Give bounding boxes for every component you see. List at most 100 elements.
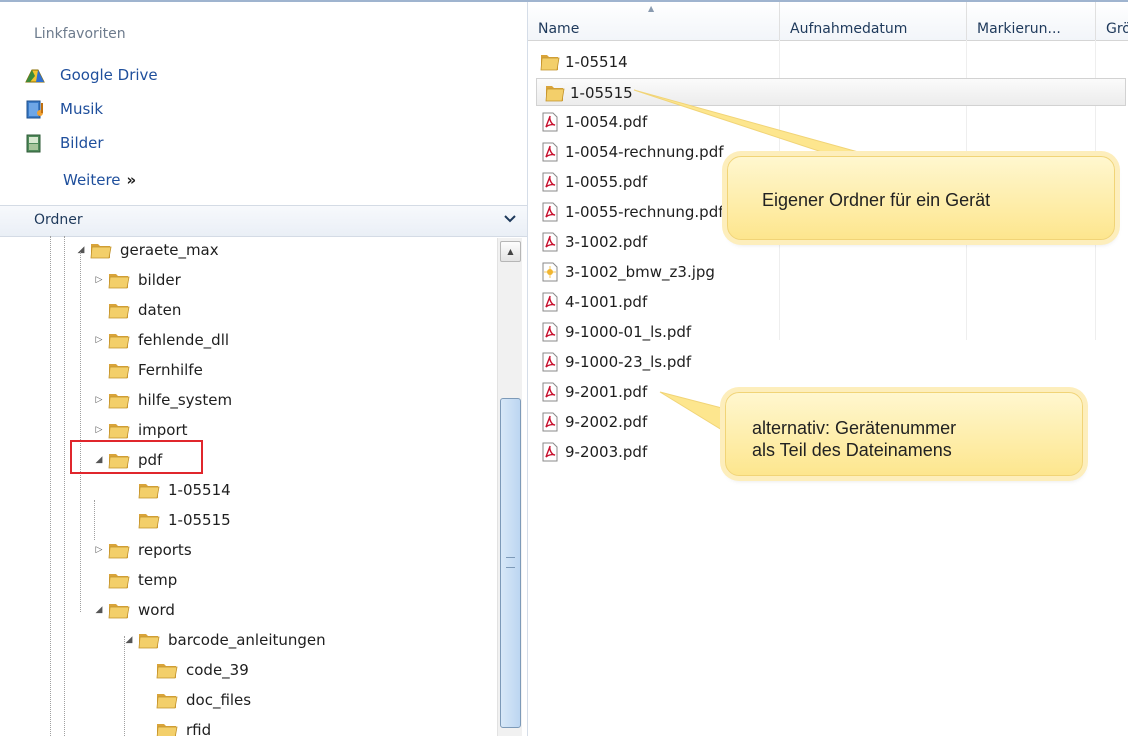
sort-ascending-icon: ▲ — [648, 4, 655, 13]
favorite-bilder[interactable]: Bilder — [24, 130, 104, 156]
file-name: 9-2001.pdf — [565, 383, 648, 401]
folder-row[interactable]: 1-05514 — [532, 48, 1122, 76]
folder-icon — [108, 390, 130, 410]
favorite-musik[interactable]: Musik — [24, 96, 103, 122]
folder-tree: ◢ geraete_max ▷ bilder daten ▷ fehlende_dll Fer… — [0, 236, 495, 736]
pdf-file-icon — [540, 292, 560, 312]
tree-item-rfid[interactable]: rfid — [0, 716, 495, 736]
tree-item-daten[interactable]: daten — [0, 296, 495, 326]
column-header-date[interactable]: Aufnahmedatum — [780, 2, 967, 40]
column-label: Name — [538, 21, 580, 37]
tree-item-label: doc_files — [186, 691, 252, 709]
tree-item-label: reports — [138, 541, 192, 559]
scroll-up-arrow-icon[interactable]: ▲ — [500, 241, 521, 262]
column-label: Grö — [1106, 21, 1128, 37]
expanded-arrow-icon[interactable]: ◢ — [76, 244, 86, 256]
favorite-label: Musik — [60, 100, 104, 118]
column-label: Aufnahmedatum — [790, 21, 908, 37]
pdf-file-icon — [540, 382, 560, 402]
collapsed-arrow-icon[interactable]: ▷ — [94, 424, 104, 436]
file-row[interactable]: 1-0054.pdf — [532, 108, 1122, 136]
pdf-file-icon — [540, 322, 560, 342]
collapsed-arrow-icon[interactable]: ▷ — [94, 334, 104, 346]
file-name: 1-0054-rechnung.pdf — [565, 143, 724, 161]
folder-icon — [108, 300, 130, 320]
folder-icon — [108, 420, 130, 440]
tree-scrollbar[interactable]: ▲ — [497, 238, 522, 736]
tree-item-label: 1-05515 — [168, 511, 231, 529]
tree-guide-line — [64, 236, 65, 736]
scrollbar-thumb[interactable] — [500, 398, 521, 728]
file-name: 1-0055-rechnung.pdf — [565, 203, 724, 221]
tree-item-reports[interactable]: ▷ reports — [0, 536, 495, 566]
favorite-google-drive[interactable]: Google Drive — [24, 62, 158, 88]
favorite-label: Google Drive — [60, 66, 158, 84]
tree-guide-line — [50, 236, 51, 736]
tree-guide-line — [80, 252, 81, 612]
folders-header: Ordner — [34, 212, 83, 228]
tree-item-label: temp — [138, 571, 178, 589]
pdf-folder-highlight-box — [70, 440, 203, 474]
music-library-icon — [26, 100, 43, 119]
expanded-arrow-icon[interactable]: ◢ — [94, 604, 104, 616]
pdf-file-icon — [540, 172, 560, 192]
folder-icon — [156, 690, 178, 710]
folder-icon — [545, 83, 565, 103]
tree-item-label: daten — [138, 301, 182, 319]
file-row[interactable]: 4-1001.pdf — [532, 288, 1122, 316]
chevron-right-icon: » — [126, 171, 137, 189]
folders-header-bar[interactable]: Ordner — [0, 205, 527, 237]
file-row[interactable]: 9-1000-23_ls.pdf — [532, 348, 1122, 376]
folder-icon — [108, 600, 130, 620]
tree-item-fernhilfe[interactable]: Fernhilfe — [0, 356, 495, 386]
callout-text: alternativ: Gerätenummer als Teil des Da… — [752, 418, 957, 460]
tree-item-geraete_max[interactable]: ◢ geraete_max — [0, 236, 495, 266]
column-header-tags[interactable]: Markierun... — [967, 2, 1096, 40]
file-row[interactable]: 9-1000-01_ls.pdf — [532, 318, 1122, 346]
tree-item-hilfe_system[interactable]: ▷ hilfe_system — [0, 386, 495, 416]
file-name: 9-2002.pdf — [565, 413, 648, 431]
pdf-file-icon — [540, 232, 560, 252]
collapsed-arrow-icon[interactable]: ▷ — [94, 274, 104, 286]
tree-item-1-05514[interactable]: 1-05514 — [0, 476, 495, 506]
folder-row[interactable]: 1-05515 — [536, 78, 1126, 106]
tree-item-bilder[interactable]: ▷ bilder — [0, 266, 495, 296]
pdf-file-icon — [540, 352, 560, 372]
pdf-file-icon — [540, 442, 560, 462]
tree-item-barcode_anleitungen[interactable]: ◢ barcode_anleitungen — [0, 626, 495, 656]
tree-item-code_39[interactable]: code_39 — [0, 656, 495, 686]
tree-item-1-05515[interactable]: 1-05515 — [0, 506, 495, 536]
folder-icon — [138, 480, 160, 500]
collapsed-arrow-icon[interactable]: ▷ — [94, 544, 104, 556]
column-header-size[interactable]: Grö — [1096, 2, 1128, 40]
more-favorites-link[interactable]: Weitere » — [63, 171, 136, 189]
tree-item-label: import — [138, 421, 188, 439]
favorite-label: Bilder — [60, 134, 104, 152]
folder-icon — [138, 630, 160, 650]
tree-item-label: bilder — [138, 271, 181, 289]
column-header-name[interactable]: ▲ Name — [528, 2, 780, 40]
tree-item-label: barcode_anleitungen — [168, 631, 326, 649]
file-name: 3-1002.pdf — [565, 233, 648, 251]
file-row[interactable]: 3-1002_bmw_z3.jpg — [532, 258, 1122, 286]
more-label: Weitere — [63, 171, 121, 189]
callout-filename-number: alternativ: Gerätenummer als Teil des Da… — [725, 392, 1083, 476]
folder-icon — [108, 360, 130, 380]
tree-guide-line — [124, 636, 125, 736]
chevron-down-icon[interactable] — [503, 211, 517, 229]
tree-item-fehlende_dll[interactable]: ▷ fehlende_dll — [0, 326, 495, 356]
folder-icon — [108, 330, 130, 350]
expanded-arrow-icon[interactable]: ◢ — [124, 634, 134, 646]
tree-item-temp[interactable]: temp — [0, 566, 495, 596]
file-name: 1-05515 — [570, 84, 633, 102]
file-name: 3-1002_bmw_z3.jpg — [565, 263, 715, 281]
pdf-file-icon — [540, 412, 560, 432]
file-name: 9-1000-01_ls.pdf — [565, 323, 692, 341]
tree-item-label: word — [138, 601, 175, 619]
pdf-file-icon — [540, 112, 560, 132]
tree-item-word[interactable]: ◢ word — [0, 596, 495, 626]
tree-item-doc_files[interactable]: doc_files — [0, 686, 495, 716]
collapsed-arrow-icon[interactable]: ▷ — [94, 394, 104, 406]
tree-item-label: Fernhilfe — [138, 361, 203, 379]
file-name: 1-0054.pdf — [565, 113, 648, 131]
